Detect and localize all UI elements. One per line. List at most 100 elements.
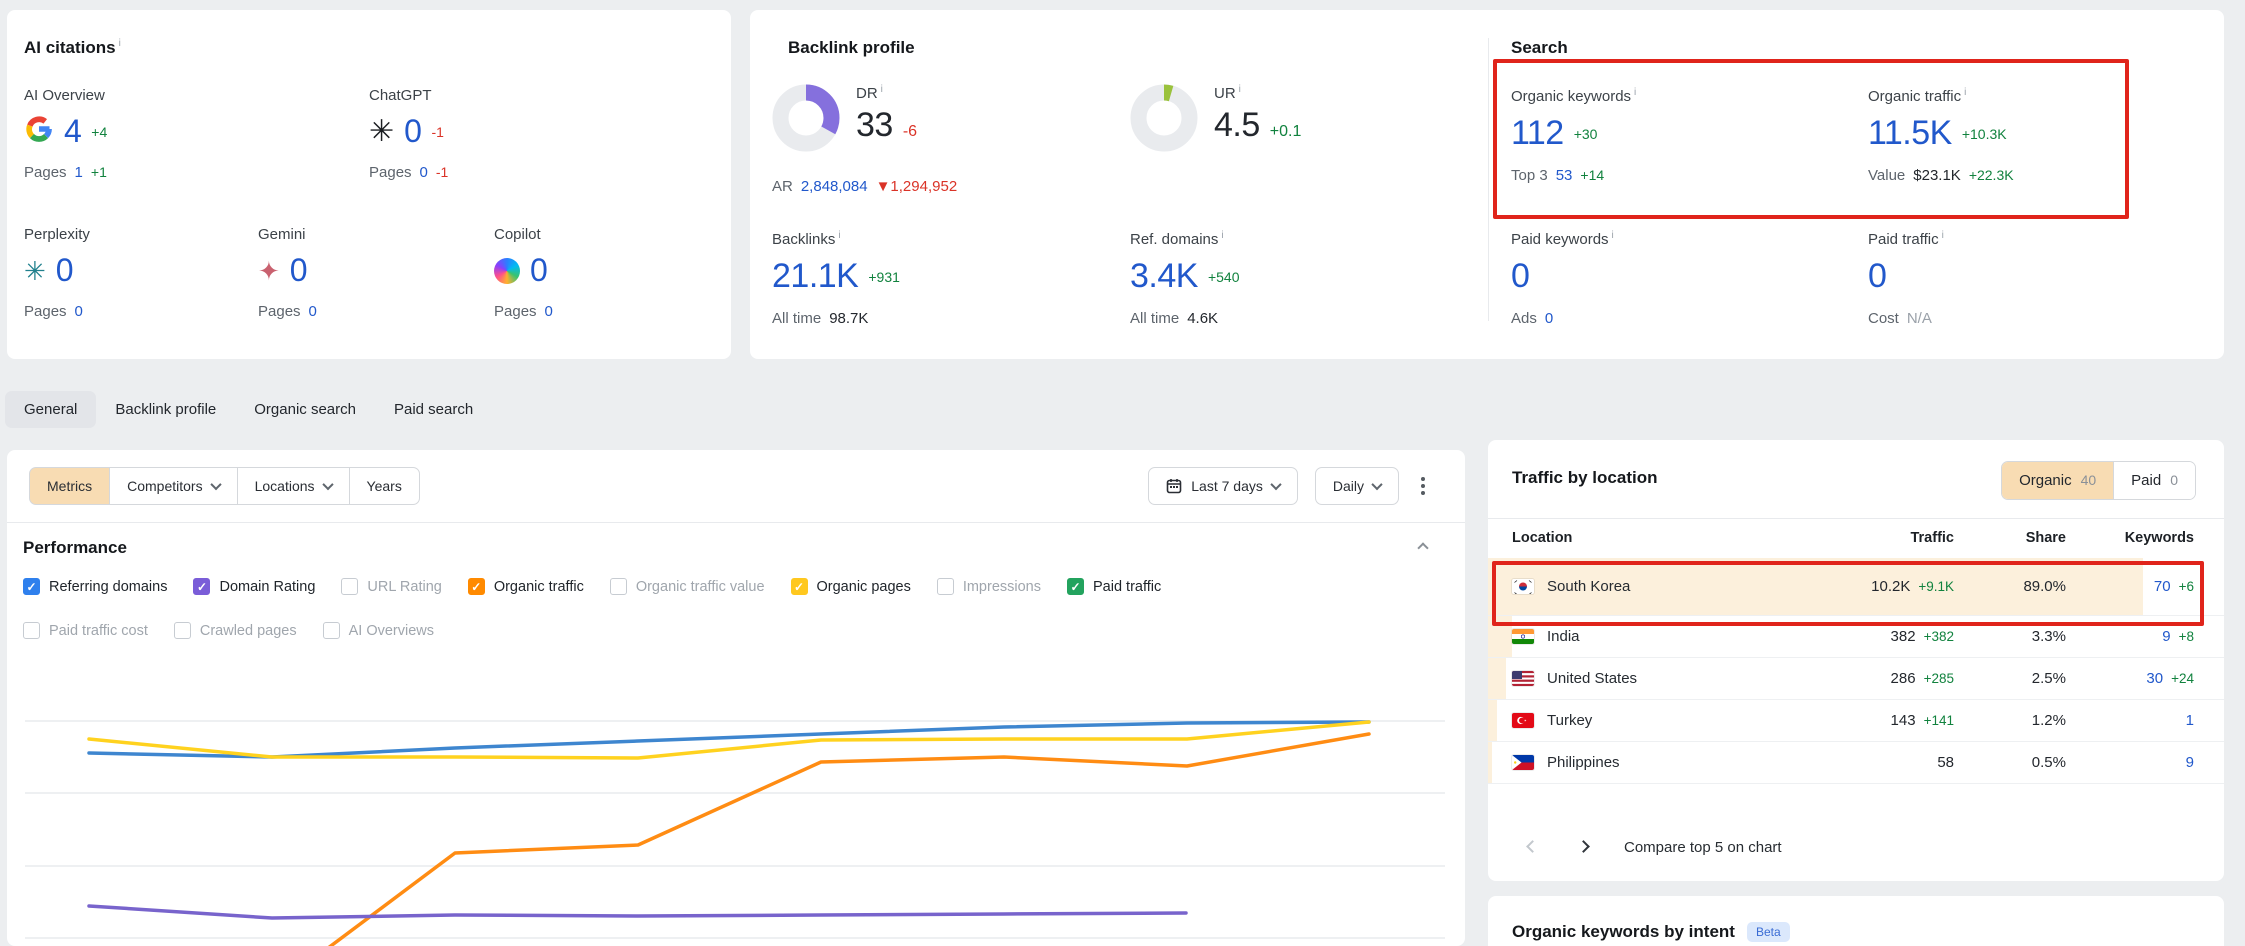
dr-delta: -6 [903, 123, 917, 141]
checkbox-domain-rating[interactable]: ✓Domain Rating [193, 578, 315, 595]
share-bar [1488, 700, 1497, 741]
info-icon[interactable]: i [1634, 87, 1636, 98]
traffic-delta: +285 [1924, 671, 1954, 686]
chatgpt-label: ChatGPT [369, 87, 448, 104]
dr-label: DRi [856, 84, 917, 102]
info-icon[interactable]: i [1942, 230, 1944, 241]
keywords-value[interactable]: 1 [2186, 712, 2194, 729]
organic-traffic-value[interactable]: 11.5K [1868, 114, 1952, 153]
copilot-label: Copilot [494, 226, 553, 243]
collapse-icon[interactable] [1417, 542, 1428, 553]
pages-label: Pages [24, 164, 67, 181]
ar-label: AR [772, 178, 793, 195]
backlink-search-card: Backlink profile DRi 33 -6 AR 2,848,084 … [750, 10, 2224, 359]
date-range-button[interactable]: Last 7 days [1148, 467, 1298, 505]
paid-keywords-value[interactable]: 0 [1511, 257, 1529, 296]
traffic-row-turkey[interactable]: Turkey143+1411.2%1 [1488, 700, 2224, 742]
paid-traffic-value[interactable]: 0 [1868, 257, 1886, 296]
top3-value[interactable]: 53 [1556, 167, 1573, 184]
checkbox-crawled-pages[interactable]: Crawled pages [174, 622, 297, 639]
more-options-icon[interactable] [1417, 471, 1429, 501]
ref-domains-value[interactable]: 3.4K [1130, 257, 1198, 296]
traffic-value: 10.2K [1871, 578, 1910, 595]
traffic-row-india[interactable]: India382+3823.3%9+8 [1488, 616, 2224, 658]
tab-backlink-profile[interactable]: Backlink profile [96, 391, 235, 428]
ai-citations-title: AI citationsi [24, 38, 121, 58]
ref-domains-metric: Ref. domainsi 3.4K +540 All time 4.6K [1130, 230, 1240, 327]
gemini-value: 0 [290, 252, 307, 289]
chatgpt-metric: ChatGPT ✳ 0 -1 Pages 0 -1 [369, 87, 448, 181]
checkbox-impressions[interactable]: Impressions [937, 578, 1041, 595]
competitors-button[interactable]: Competitors [109, 467, 237, 505]
organic-keywords-label: Organic keywordsi [1511, 87, 1636, 105]
filter-button-group: Metrics Competitors Locations Years [29, 467, 420, 505]
checkbox-referring-domains[interactable]: ✓Referring domains [23, 578, 167, 595]
info-icon[interactable]: i [838, 230, 840, 241]
previous-page-icon[interactable] [1522, 832, 1543, 862]
toggle-organic[interactable]: Organic40 [2002, 462, 2113, 499]
info-icon[interactable]: i [1964, 87, 1966, 98]
chart-line-organic-pages [89, 722, 1369, 758]
ar-delta: ▼1,294,952 [876, 178, 958, 195]
info-icon[interactable]: i [1239, 84, 1241, 95]
perplexity-metric: Perplexity ✳ 0 Pages 0 [24, 226, 90, 320]
ai-overview-value: 4 [64, 113, 81, 150]
ar-value[interactable]: 2,848,084 [801, 178, 868, 195]
info-icon[interactable]: i [881, 84, 883, 95]
metrics-button[interactable]: Metrics [29, 467, 110, 505]
perplexity-value: 0 [56, 252, 73, 289]
location-name: United States [1547, 670, 1637, 687]
pages-value[interactable]: 0 [420, 164, 428, 181]
checkbox-url-rating[interactable]: URL Rating [341, 578, 441, 595]
pages-value[interactable]: 0 [309, 303, 317, 320]
ur-block: URi 4.5 +0.1 [1130, 84, 1301, 152]
checkbox-organic-traffic[interactable]: ✓Organic traffic [468, 578, 584, 595]
keywords-value[interactable]: 30 [2146, 670, 2163, 687]
pages-value[interactable]: 0 [75, 303, 83, 320]
paid-traffic-label: Paid traffici [1868, 230, 1944, 248]
paid-keywords-metric: Paid keywordsi 0 Ads 0 [1511, 230, 1614, 327]
tab-organic-search[interactable]: Organic search [235, 391, 375, 428]
gemini-metric: Gemini ✦ 0 Pages 0 [258, 226, 317, 320]
flag-tr-icon [1512, 713, 1534, 728]
tab-paid-search[interactable]: Paid search [375, 391, 492, 428]
traffic-table-body: South Korea10.2K+9.1K89.0%70+6India382+3… [1488, 558, 2224, 784]
granularity-button[interactable]: Daily [1315, 467, 1399, 505]
performance-card: Metrics Competitors Locations Years Last… [7, 450, 1465, 946]
ur-value: 4.5 [1214, 106, 1260, 145]
dr-block: DRi 33 -6 [772, 84, 917, 152]
ads-value[interactable]: 0 [1545, 310, 1553, 327]
info-icon[interactable]: i [1221, 230, 1223, 241]
traffic-row-south-korea[interactable]: South Korea10.2K+9.1K89.0%70+6 [1488, 558, 2224, 616]
flag-ph-icon [1512, 755, 1534, 770]
ur-donut-chart [1130, 84, 1198, 152]
keywords-value[interactable]: 9 [2162, 628, 2170, 645]
checkbox-organic-traffic-value[interactable]: Organic traffic value [610, 578, 765, 595]
checkbox-ai-overviews[interactable]: AI Overviews [323, 622, 434, 639]
compare-top5-link[interactable]: Compare top 5 on chart [1624, 839, 1782, 856]
locations-button[interactable]: Locations [237, 467, 350, 505]
traffic-row-philippines[interactable]: Philippines580.5%9 [1488, 742, 2224, 784]
toggle-paid[interactable]: Paid0 [2113, 462, 2195, 499]
top3-label: Top 3 [1511, 167, 1548, 184]
info-icon[interactable]: i [119, 38, 121, 49]
info-icon[interactable]: i [1612, 230, 1614, 241]
share-value: 1.2% [2032, 712, 2066, 729]
checkbox-organic-pages[interactable]: ✓Organic pages [791, 578, 911, 595]
checkbox-paid-traffic-cost[interactable]: Paid traffic cost [23, 622, 148, 639]
checkbox-paid-traffic[interactable]: ✓Paid traffic [1067, 578, 1161, 595]
backlinks-value[interactable]: 21.1K [772, 257, 858, 296]
traffic-type-toggle: Organic40 Paid0 [2001, 461, 2196, 500]
keywords-value[interactable]: 9 [2186, 754, 2194, 771]
traffic-value: 58 [1937, 754, 1954, 771]
years-button[interactable]: Years [349, 467, 420, 505]
keywords-value[interactable]: 70 [2154, 578, 2171, 595]
pages-value[interactable]: 1 [75, 164, 83, 181]
tab-general[interactable]: General [5, 391, 96, 428]
next-page-icon[interactable] [1573, 832, 1594, 862]
paid-traffic-metric: Paid traffici 0 Cost N/A [1868, 230, 1944, 327]
performance-line-chart[interactable] [7, 650, 1465, 946]
organic-keywords-value[interactable]: 112 [1511, 114, 1564, 153]
pages-value[interactable]: 0 [545, 303, 553, 320]
traffic-row-united-states[interactable]: United States286+2852.5%30+24 [1488, 658, 2224, 700]
